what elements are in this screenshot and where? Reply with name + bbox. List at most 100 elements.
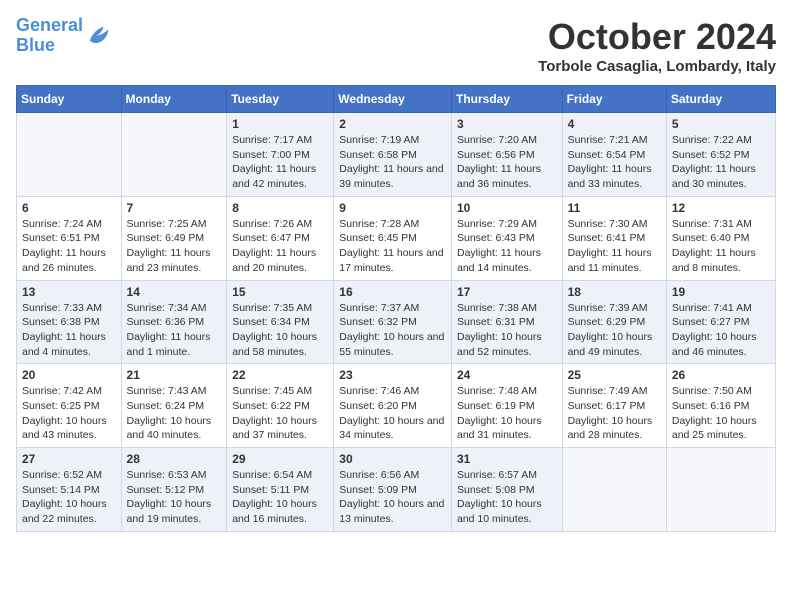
calendar-cell: 22 Sunrise: 7:45 AMSunset: 6:22 PMDayligh… — [227, 364, 334, 448]
day-content: Sunrise: 7:41 AMSunset: 6:27 PMDaylight:… — [672, 301, 770, 360]
calendar-cell: 20 Sunrise: 7:42 AMSunset: 6:25 PMDayligh… — [17, 364, 122, 448]
calendar-cell: 15 Sunrise: 7:35 AMSunset: 6:34 PMDayligh… — [227, 280, 334, 364]
day-number: 16 — [339, 285, 446, 299]
day-content: Sunrise: 7:49 AMSunset: 6:17 PMDaylight:… — [568, 384, 661, 443]
day-number: 23 — [339, 368, 446, 382]
day-content: Sunrise: 7:29 AMSunset: 6:43 PMDaylight:… — [457, 217, 557, 276]
page-header: General Blue October 2024 Torbole Casagl… — [16, 16, 776, 75]
calendar-cell: 16 Sunrise: 7:37 AMSunset: 6:32 PMDayligh… — [334, 280, 452, 364]
day-number: 17 — [457, 285, 557, 299]
day-content: Sunrise: 7:46 AMSunset: 6:20 PMDaylight:… — [339, 384, 446, 443]
header-sunday: Sunday — [17, 86, 122, 113]
day-content: Sunrise: 7:19 AMSunset: 6:58 PMDaylight:… — [339, 133, 446, 192]
header-saturday: Saturday — [666, 86, 775, 113]
title-block: October 2024 Torbole Casaglia, Lombardy,… — [538, 16, 776, 75]
day-number: 18 — [568, 285, 661, 299]
day-content: Sunrise: 7:20 AMSunset: 6:56 PMDaylight:… — [457, 133, 557, 192]
day-content: Sunrise: 7:22 AMSunset: 6:52 PMDaylight:… — [672, 133, 770, 192]
calendar-week-row: 13Sunrise: 7:33 AMSunset: 6:38 PMDayligh… — [17, 280, 776, 364]
day-number: 7 — [127, 201, 222, 215]
day-content: Sunrise: 7:48 AMSunset: 6:19 PMDaylight:… — [457, 384, 557, 443]
calendar-cell: 8Sunrise: 7:26 AMSunset: 6:47 PMDaylight… — [227, 196, 334, 280]
calendar-cell: 25Sunrise: 7:49 AMSunset: 6:17 PMDayligh… — [562, 364, 666, 448]
calendar-cell: 9 Sunrise: 7:28 AMSunset: 6:45 PMDaylight… — [334, 196, 452, 280]
calendar-week-row: 6 Sunrise: 7:24 AMSunset: 6:51 PMDaylight… — [17, 196, 776, 280]
day-number: 8 — [232, 201, 328, 215]
day-number: 21 — [127, 368, 222, 382]
logo-text: General Blue — [16, 16, 83, 56]
day-number: 15 — [232, 285, 328, 299]
day-content: Sunrise: 7:39 AMSunset: 6:29 PMDaylight:… — [568, 301, 661, 360]
day-content: Sunrise: 7:25 AMSunset: 6:49 PMDaylight:… — [127, 217, 222, 276]
calendar-cell: 24 Sunrise: 7:48 AMSunset: 6:19 PMDayligh… — [451, 364, 562, 448]
calendar-week-row: 1 Sunrise: 7:17 AMSunset: 7:00 PMDaylight… — [17, 113, 776, 197]
calendar-cell — [17, 113, 122, 197]
day-content: Sunrise: 7:24 AMSunset: 6:51 PMDaylight:… — [22, 217, 116, 276]
calendar-cell: 17 Sunrise: 7:38 AMSunset: 6:31 PMDayligh… — [451, 280, 562, 364]
day-content: Sunrise: 6:57 AMSunset: 5:08 PMDaylight:… — [457, 468, 557, 527]
calendar-cell: 12 Sunrise: 7:31 AMSunset: 6:40 PMDayligh… — [666, 196, 775, 280]
day-content: Sunrise: 7:43 AMSunset: 6:24 PMDaylight:… — [127, 384, 222, 443]
calendar-cell: 23 Sunrise: 7:46 AMSunset: 6:20 PMDayligh… — [334, 364, 452, 448]
day-content: Sunrise: 7:21 AMSunset: 6:54 PMDaylight:… — [568, 133, 661, 192]
day-content: Sunrise: 7:38 AMSunset: 6:31 PMDaylight:… — [457, 301, 557, 360]
calendar-cell: 27 Sunrise: 6:52 AMSunset: 5:14 PMDayligh… — [17, 448, 122, 532]
day-content: Sunrise: 6:53 AMSunset: 5:12 PMDaylight:… — [127, 468, 222, 527]
day-content: Sunrise: 6:54 AMSunset: 5:11 PMDaylight:… — [232, 468, 328, 527]
day-content: Sunrise: 7:30 AMSunset: 6:41 PMDaylight:… — [568, 217, 661, 276]
day-number: 10 — [457, 201, 557, 215]
day-number: 6 — [22, 201, 116, 215]
day-number: 27 — [22, 452, 116, 466]
calendar-cell: 19Sunrise: 7:41 AMSunset: 6:27 PMDayligh… — [666, 280, 775, 364]
month-title: October 2024 — [538, 16, 776, 58]
day-number: 13 — [22, 285, 116, 299]
calendar-cell: 13Sunrise: 7:33 AMSunset: 6:38 PMDayligh… — [17, 280, 122, 364]
day-content: Sunrise: 7:31 AMSunset: 6:40 PMDaylight:… — [672, 217, 770, 276]
calendar-cell: 6 Sunrise: 7:24 AMSunset: 6:51 PMDaylight… — [17, 196, 122, 280]
calendar-cell: 10 Sunrise: 7:29 AMSunset: 6:43 PMDayligh… — [451, 196, 562, 280]
day-number: 29 — [232, 452, 328, 466]
calendar-cell: 4 Sunrise: 7:21 AMSunset: 6:54 PMDaylight… — [562, 113, 666, 197]
calendar-header-row: SundayMondayTuesdayWednesdayThursdayFrid… — [17, 86, 776, 113]
day-number: 4 — [568, 117, 661, 131]
calendar-cell: 28 Sunrise: 6:53 AMSunset: 5:12 PMDayligh… — [121, 448, 227, 532]
calendar-cell: 7 Sunrise: 7:25 AMSunset: 6:49 PMDaylight… — [121, 196, 227, 280]
header-friday: Friday — [562, 86, 666, 113]
calendar-cell: 30Sunrise: 6:56 AMSunset: 5:09 PMDayligh… — [334, 448, 452, 532]
day-content: Sunrise: 7:45 AMSunset: 6:22 PMDaylight:… — [232, 384, 328, 443]
calendar-cell — [666, 448, 775, 532]
day-number: 31 — [457, 452, 557, 466]
day-number: 1 — [232, 117, 328, 131]
calendar-cell — [121, 113, 227, 197]
calendar-cell: 1 Sunrise: 7:17 AMSunset: 7:00 PMDaylight… — [227, 113, 334, 197]
day-content: Sunrise: 7:28 AMSunset: 6:45 PMDaylight:… — [339, 217, 446, 276]
day-content: Sunrise: 7:35 AMSunset: 6:34 PMDaylight:… — [232, 301, 328, 360]
logo: General Blue — [16, 16, 113, 56]
day-number: 24 — [457, 368, 557, 382]
day-content: Sunrise: 7:42 AMSunset: 6:25 PMDaylight:… — [22, 384, 116, 443]
day-content: Sunrise: 7:50 AMSunset: 6:16 PMDaylight:… — [672, 384, 770, 443]
header-monday: Monday — [121, 86, 227, 113]
day-number: 22 — [232, 368, 328, 382]
day-content: Sunrise: 6:52 AMSunset: 5:14 PMDaylight:… — [22, 468, 116, 527]
day-number: 11 — [568, 201, 661, 215]
logo-bird-icon — [85, 22, 113, 50]
calendar-cell: 2 Sunrise: 7:19 AMSunset: 6:58 PMDaylight… — [334, 113, 452, 197]
calendar-cell: 18 Sunrise: 7:39 AMSunset: 6:29 PMDayligh… — [562, 280, 666, 364]
calendar-cell: 29 Sunrise: 6:54 AMSunset: 5:11 PMDayligh… — [227, 448, 334, 532]
day-number: 28 — [127, 452, 222, 466]
day-content: Sunrise: 7:37 AMSunset: 6:32 PMDaylight:… — [339, 301, 446, 360]
calendar-cell — [562, 448, 666, 532]
calendar-cell: 11 Sunrise: 7:30 AMSunset: 6:41 PMDayligh… — [562, 196, 666, 280]
calendar-week-row: 20 Sunrise: 7:42 AMSunset: 6:25 PMDayligh… — [17, 364, 776, 448]
day-content: Sunrise: 7:34 AMSunset: 6:36 PMDaylight:… — [127, 301, 222, 360]
header-tuesday: Tuesday — [227, 86, 334, 113]
day-number: 30 — [339, 452, 446, 466]
day-number: 26 — [672, 368, 770, 382]
day-number: 20 — [22, 368, 116, 382]
day-number: 2 — [339, 117, 446, 131]
day-number: 3 — [457, 117, 557, 131]
day-number: 12 — [672, 201, 770, 215]
day-content: Sunrise: 7:17 AMSunset: 7:00 PMDaylight:… — [232, 133, 328, 192]
day-number: 9 — [339, 201, 446, 215]
